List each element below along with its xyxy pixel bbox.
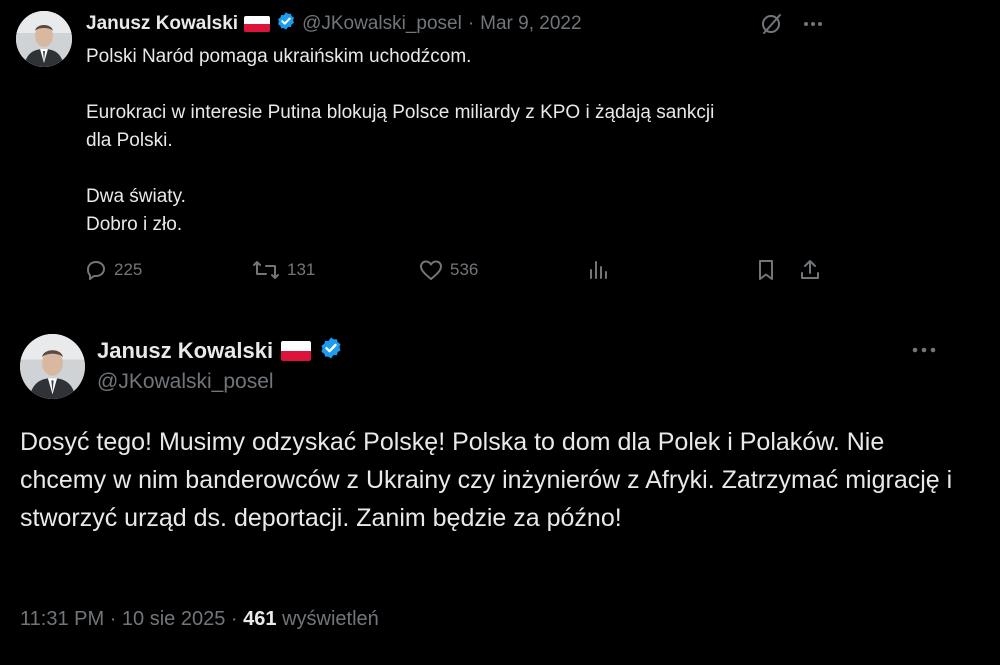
more-icon[interactable] [802,15,824,38]
tweet-date[interactable]: 10 sie 2025 [122,608,225,630]
tweet-date[interactable]: Mar 9, 2022 [480,13,581,35]
share-button[interactable] [798,258,822,282]
share-icon [798,258,822,282]
tweet-time[interactable]: 11:31 PM [20,608,104,630]
like-count: 536 [450,260,479,279]
reply-count: 225 [114,260,143,279]
bookmark-button[interactable] [754,258,778,282]
meta-separator: · [109,608,117,630]
analytics-button[interactable] [586,258,610,282]
tweet-header: Janusz Kowalski [97,335,343,367]
tweet-header: Janusz Kowalski @JKowalski_posel · Mar 9… [86,10,582,38]
reply-button[interactable]: 225 [84,258,142,282]
tweet-text: Polski Naród pomaga ukraińskim uchodźcom… [86,46,715,235]
tweet-actions: 225 131 536 [84,258,834,286]
retweet-icon [251,258,281,282]
tweet-text: Dosyć tego! Musimy odzyskać Polskę! Pols… [20,428,953,532]
more-icon[interactable] [911,341,937,364]
bookmark-icon [754,258,778,282]
flag-poland-icon [244,16,271,32]
author-handle[interactable]: @JKowalski_posel [97,370,274,394]
flag-poland-icon [281,341,312,361]
author-name[interactable]: Janusz Kowalski [97,338,273,364]
verified-badge-icon [276,11,296,37]
like-button[interactable]: 536 [418,258,478,282]
avatar[interactable] [20,334,85,399]
author-name[interactable]: Janusz Kowalski [86,13,238,35]
avatar[interactable] [16,11,72,67]
grok-icon[interactable] [760,12,784,41]
tweet-meta: 11:31 PM · 10 sie 2025 · 461 wyświetleń [20,608,379,631]
views-label: wyświetleń [282,608,379,630]
views-count: 461 [243,608,277,630]
reply-icon [84,258,108,282]
analytics-icon [586,258,610,282]
retweet-count: 131 [287,260,316,279]
author-handle[interactable]: @JKowalski_posel [302,13,462,35]
like-icon [418,258,444,282]
header-separator: · [467,13,475,34]
retweet-button[interactable]: 131 [251,258,315,282]
meta-separator: · [230,608,238,630]
verified-badge-icon [319,336,343,366]
